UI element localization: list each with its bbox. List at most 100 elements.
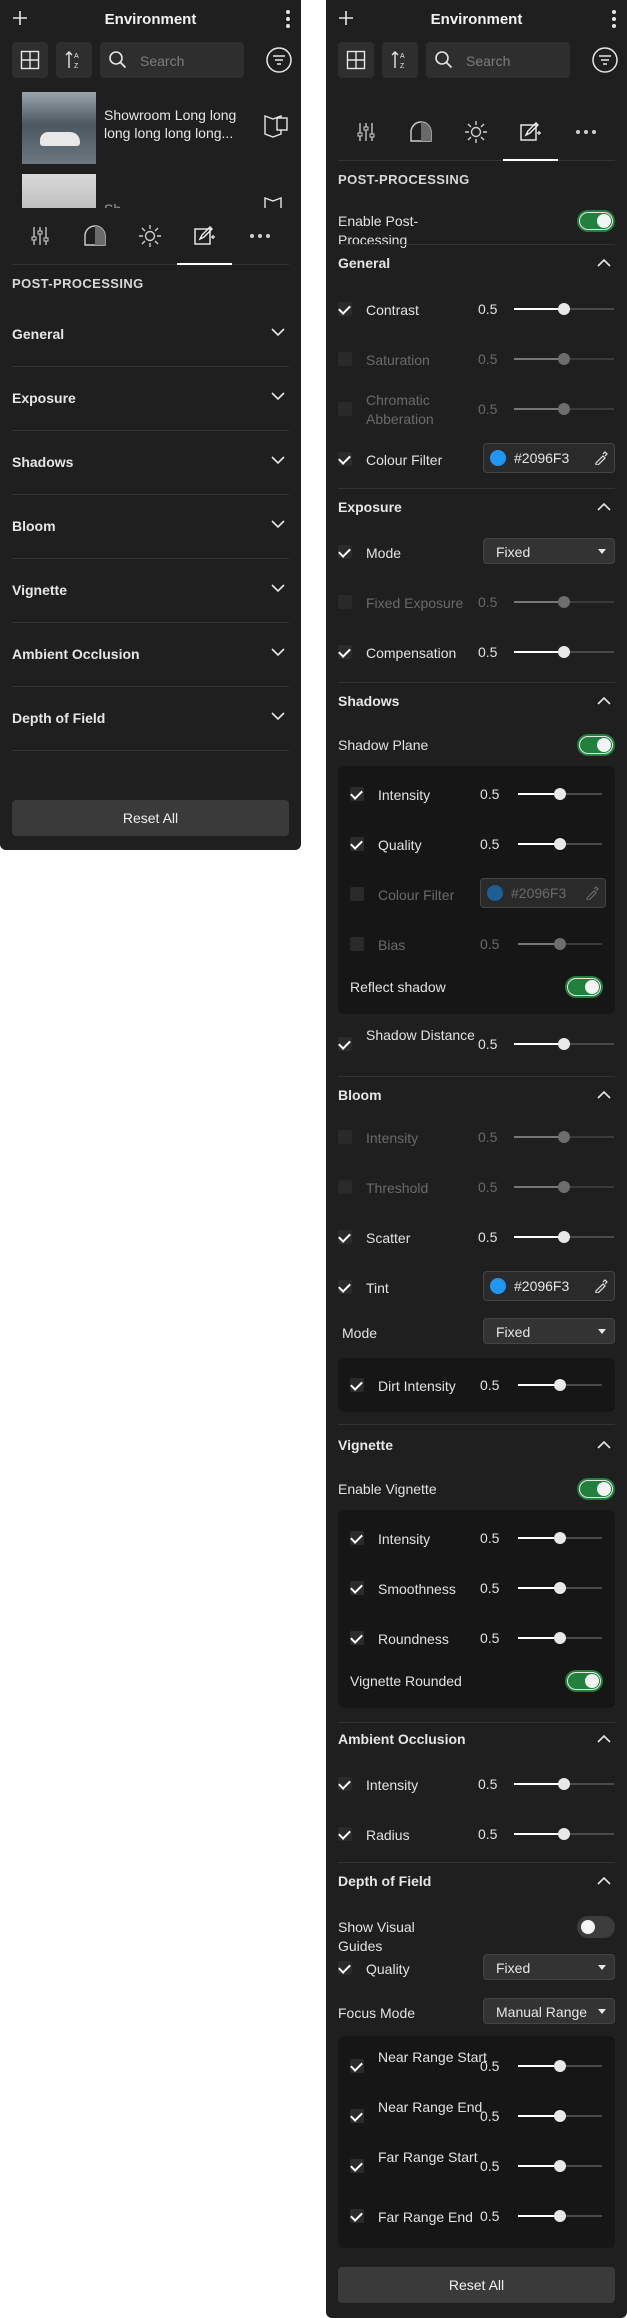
shadow-distance-slider[interactable] xyxy=(514,1038,614,1050)
section-depth-of-field-header[interactable]: Depth of Field xyxy=(338,1868,615,1896)
colour-filter-picker[interactable]: #2096F3 xyxy=(483,443,615,473)
section-bloom[interactable]: Bloom xyxy=(12,494,289,559)
dof-quality-select[interactable]: Fixed xyxy=(483,1954,615,1980)
shadow-bias-slider[interactable] xyxy=(518,938,602,950)
section-bloom-header[interactable]: Bloom xyxy=(338,1082,615,1110)
near-range-start-checkbox[interactable] xyxy=(350,2059,364,2073)
bloom-tint-picker[interactable]: #2096F3 xyxy=(483,1271,615,1301)
more-vertical-icon[interactable] xyxy=(281,7,295,31)
dirt-intensity-checkbox[interactable] xyxy=(350,1378,364,1392)
bloom-threshold-checkbox[interactable] xyxy=(338,1180,352,1194)
section-vignette[interactable]: Vignette xyxy=(12,558,289,623)
contrast-slider[interactable] xyxy=(514,303,614,315)
enable-post-processing-toggle[interactable] xyxy=(577,210,615,232)
bloom-mode-select[interactable]: Fixed xyxy=(483,1318,615,1344)
tab-post-processing[interactable] xyxy=(177,208,232,265)
shadow-quality-slider[interactable] xyxy=(518,838,602,850)
vignette-rounded-toggle[interactable] xyxy=(565,1670,603,1692)
section-exposure[interactable]: Exposure xyxy=(12,366,289,431)
tab-materials[interactable] xyxy=(67,208,122,264)
tab-lighting[interactable] xyxy=(122,208,177,264)
reset-all-button[interactable]: Reset All xyxy=(12,800,289,836)
filter-icon[interactable] xyxy=(591,46,619,74)
far-range-start-checkbox[interactable] xyxy=(350,2159,364,2173)
reflect-shadow-toggle[interactable] xyxy=(565,976,603,998)
section-depth-of-field[interactable]: Depth of Field xyxy=(12,686,289,751)
ao-radius-slider[interactable] xyxy=(514,1828,614,1840)
far-range-start-slider[interactable] xyxy=(518,2160,602,2172)
reset-all-button[interactable]: Reset All xyxy=(338,2267,615,2303)
section-ambient-occlusion[interactable]: Ambient Occlusion xyxy=(12,622,289,687)
shadow-colour-filter-picker[interactable]: #2096F3 xyxy=(480,878,606,908)
focus-mode-select[interactable]: Manual Range xyxy=(483,1998,615,2024)
eyedropper-icon[interactable] xyxy=(585,886,599,900)
eyedropper-icon[interactable] xyxy=(594,451,608,465)
shadow-intensity-slider[interactable] xyxy=(518,788,602,800)
compensation-slider[interactable] xyxy=(514,646,614,658)
vignette-intensity-checkbox[interactable] xyxy=(350,1531,364,1545)
bloom-intensity-slider[interactable] xyxy=(514,1131,614,1143)
ao-intensity-slider[interactable] xyxy=(514,1778,614,1790)
section-shadows-header[interactable]: Shadows xyxy=(338,688,615,716)
environment-map-icon[interactable] xyxy=(263,112,289,138)
tab-materials[interactable] xyxy=(393,104,448,160)
tab-adjustments[interactable] xyxy=(338,104,393,160)
section-vignette-header[interactable]: Vignette xyxy=(338,1432,615,1460)
vignette-smoothness-checkbox[interactable] xyxy=(350,1581,364,1595)
eyedropper-icon[interactable] xyxy=(594,1279,608,1293)
saturation-checkbox[interactable] xyxy=(338,352,352,366)
exposure-mode-checkbox[interactable] xyxy=(338,545,352,559)
environment-map-icon[interactable] xyxy=(263,194,289,208)
grid-view-button[interactable] xyxy=(12,42,48,78)
shadow-colour-filter-checkbox[interactable] xyxy=(350,887,364,901)
search-field[interactable]: Search xyxy=(426,42,570,78)
far-range-end-slider[interactable] xyxy=(518,2210,602,2222)
section-exposure-header[interactable]: Exposure xyxy=(338,494,615,522)
contrast-checkbox[interactable] xyxy=(338,302,352,316)
near-range-end-checkbox[interactable] xyxy=(350,2109,364,2123)
colour-filter-checkbox[interactable] xyxy=(338,452,352,466)
compensation-checkbox[interactable] xyxy=(338,645,352,659)
vignette-roundness-checkbox[interactable] xyxy=(350,1631,364,1645)
shadow-intensity-checkbox[interactable] xyxy=(350,787,364,801)
sort-button[interactable]: AZ xyxy=(382,42,418,78)
environment-list-item[interactable]: Sh... xyxy=(0,174,301,208)
enable-vignette-toggle[interactable] xyxy=(577,1478,615,1500)
ao-radius-checkbox[interactable] xyxy=(338,1827,352,1841)
near-range-start-slider[interactable] xyxy=(518,2060,602,2072)
tab-more[interactable] xyxy=(232,208,287,264)
dirt-intensity-slider[interactable] xyxy=(518,1379,602,1391)
search-field[interactable]: Search xyxy=(100,42,244,78)
shadow-distance-checkbox[interactable] xyxy=(338,1037,352,1051)
fixed-exposure-checkbox[interactable] xyxy=(338,595,352,609)
saturation-slider[interactable] xyxy=(514,353,614,365)
chromatic-aberration-checkbox[interactable] xyxy=(338,402,352,416)
far-range-end-checkbox[interactable] xyxy=(350,2209,364,2223)
section-general-header[interactable]: General xyxy=(338,250,615,278)
vignette-roundness-slider[interactable] xyxy=(518,1632,602,1644)
section-general[interactable]: General xyxy=(12,302,289,367)
show-visual-guides-toggle[interactable] xyxy=(577,1916,615,1938)
near-range-end-slider[interactable] xyxy=(518,2110,602,2122)
tab-more[interactable] xyxy=(558,104,613,160)
bloom-scatter-slider[interactable] xyxy=(514,1231,614,1243)
section-shadows[interactable]: Shadows xyxy=(12,430,289,495)
tab-adjustments[interactable] xyxy=(12,208,67,264)
tab-lighting[interactable] xyxy=(448,104,503,160)
exposure-mode-select[interactable]: Fixed xyxy=(483,538,615,564)
bloom-tint-checkbox[interactable] xyxy=(338,1280,352,1294)
vignette-intensity-slider[interactable] xyxy=(518,1532,602,1544)
shadow-quality-checkbox[interactable] xyxy=(350,837,364,851)
fixed-exposure-slider[interactable] xyxy=(514,596,614,608)
bloom-intensity-checkbox[interactable] xyxy=(338,1130,352,1144)
bloom-scatter-checkbox[interactable] xyxy=(338,1230,352,1244)
ao-intensity-checkbox[interactable] xyxy=(338,1777,352,1791)
chromatic-aberration-slider[interactable] xyxy=(514,403,614,415)
shadow-bias-checkbox[interactable] xyxy=(350,937,364,951)
section-ambient-occlusion-header[interactable]: Ambient Occlusion xyxy=(338,1726,615,1754)
shadow-plane-toggle[interactable] xyxy=(577,734,615,756)
tab-post-processing[interactable] xyxy=(503,104,558,161)
sort-button[interactable]: AZ xyxy=(56,42,92,78)
filter-icon[interactable] xyxy=(265,46,293,74)
grid-view-button[interactable] xyxy=(338,42,374,78)
